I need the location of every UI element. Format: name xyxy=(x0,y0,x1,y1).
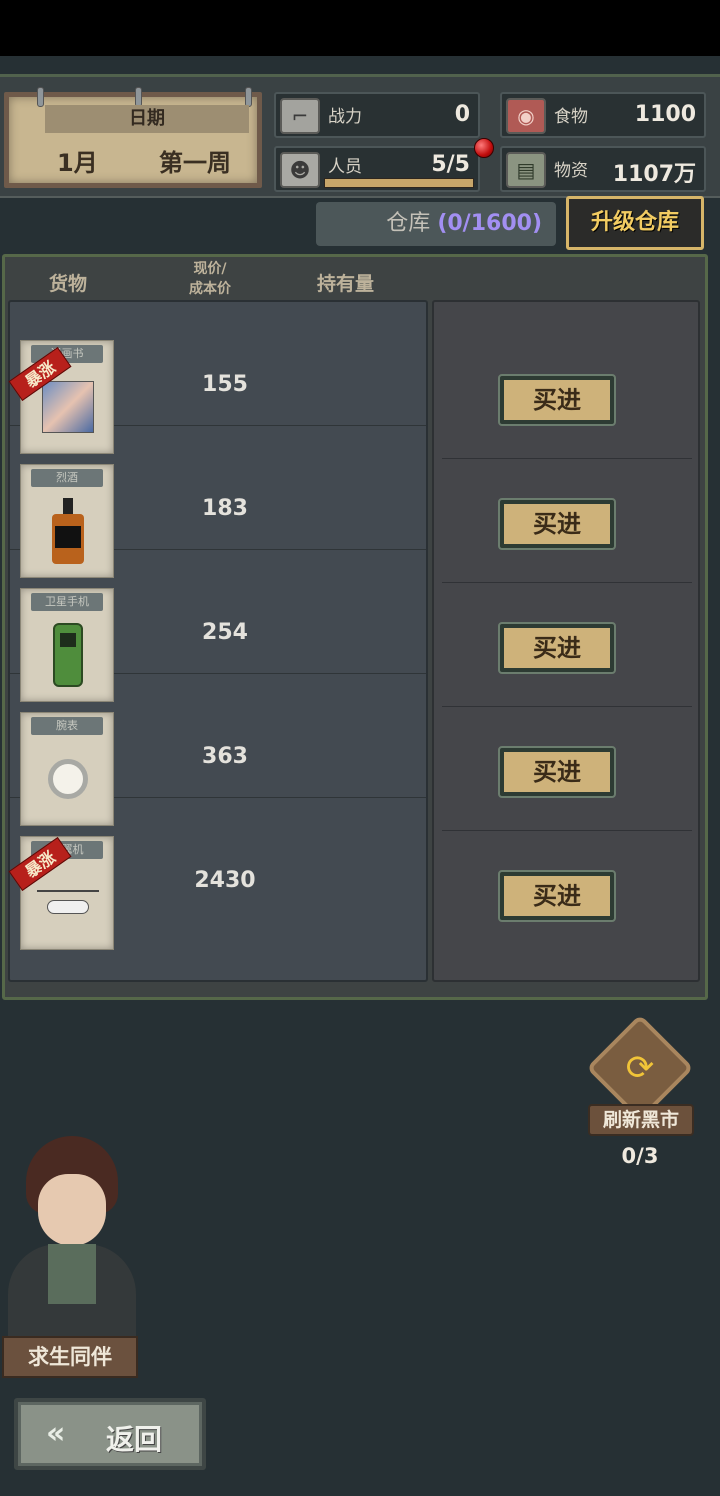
list-item[interactable]: 烈酒 183 xyxy=(10,426,426,578)
list-item[interactable]: 漫画书 155 暴涨 xyxy=(8,302,426,454)
buy-button[interactable]: 买进 xyxy=(498,498,616,550)
warehouse-capacity: 仓库 (0/1600) xyxy=(316,202,556,246)
back-button[interactable]: « 返回 xyxy=(14,1398,206,1470)
notification-dot xyxy=(474,138,494,158)
food-value: 1100 xyxy=(634,102,696,127)
date-week: 第一周 xyxy=(159,149,231,177)
food-label: 食物 xyxy=(554,107,588,127)
supplies-label: 物资 xyxy=(554,161,588,181)
power-value: 0 xyxy=(454,102,470,127)
item-price: 2430 xyxy=(194,868,256,893)
cash-icon: ▤ xyxy=(506,152,546,188)
list-item[interactable]: 旋翼机 2430 暴涨 xyxy=(8,798,426,950)
refresh-count: 0/3 xyxy=(621,1144,659,1168)
column-price-line2: 成本价 xyxy=(189,281,231,297)
buy-button[interactable]: 买进 xyxy=(498,622,616,674)
food-stat: ◉ 食物 1100 xyxy=(500,92,706,138)
item-name: 卫星手机 xyxy=(31,593,103,611)
pin-icon xyxy=(245,87,252,107)
power-stat: ⌐ 战力 0 xyxy=(274,92,480,138)
double-left-arrow-icon: « xyxy=(46,1416,66,1451)
date-month: 1月 xyxy=(57,149,98,177)
date-label: 日期 xyxy=(45,105,249,133)
row-divider xyxy=(442,582,692,583)
supplies-stat: ▤ 物资 1107万 xyxy=(500,146,706,192)
supplies-value: 1107万 xyxy=(612,162,696,187)
row-divider xyxy=(442,706,692,707)
people-label: 人员 xyxy=(328,157,362,177)
holding-panel: 买进 买进 买进 买进 买进 xyxy=(432,300,700,982)
pistol-icon: ⌐ xyxy=(280,98,320,134)
item-price: 183 xyxy=(202,496,248,521)
people-stat[interactable]: ☻ 人员 5/5 xyxy=(274,146,480,192)
upgrade-warehouse-button[interactable]: 升级仓库 xyxy=(566,196,704,250)
power-label: 战力 xyxy=(328,107,362,127)
person-icon: ☻ xyxy=(280,152,320,188)
row-divider xyxy=(442,458,692,459)
list-item[interactable]: 卫星手机 254 xyxy=(10,550,426,702)
list-item[interactable]: 腕表 363 xyxy=(10,674,426,826)
item-price: 363 xyxy=(202,744,248,769)
column-price: 现价/ 成本价 xyxy=(181,259,239,299)
meat-icon: ◉ xyxy=(506,98,546,134)
buy-button[interactable]: 买进 xyxy=(498,746,616,798)
refresh-icon: ⟳ xyxy=(625,1048,655,1088)
people-value: 5/5 xyxy=(431,152,470,177)
item-price: 254 xyxy=(202,620,248,645)
item-name: 烈酒 xyxy=(31,469,103,487)
buy-button[interactable]: 买进 xyxy=(498,374,616,426)
status-bar xyxy=(0,0,720,56)
item-price: 155 xyxy=(202,372,248,397)
goods-list: 漫画书 155 暴涨 烈酒 183 卫星手机 254 腕表 363 2430 暴… xyxy=(8,300,428,982)
pin-icon xyxy=(37,87,44,107)
people-progress-bar xyxy=(324,178,474,188)
companion-portrait[interactable] xyxy=(0,1134,140,1344)
column-goods: 货物 xyxy=(49,273,88,295)
warehouse-label: 仓库 xyxy=(386,211,431,236)
refresh-market-label[interactable]: 刷新黑市 xyxy=(588,1104,694,1136)
back-label: 返回 xyxy=(106,1423,163,1456)
row-divider xyxy=(442,830,692,831)
buy-button[interactable]: 买进 xyxy=(498,870,616,922)
column-holding: 持有量 xyxy=(317,273,375,295)
column-price-line1: 现价/ xyxy=(193,261,227,277)
pin-icon xyxy=(135,87,142,107)
companion-label[interactable]: 求生同伴 xyxy=(2,1336,138,1378)
item-name: 腕表 xyxy=(31,717,103,735)
date-card: 日期 1月 第一周 xyxy=(4,87,262,188)
warehouse-count: (0/1600) xyxy=(437,211,542,236)
